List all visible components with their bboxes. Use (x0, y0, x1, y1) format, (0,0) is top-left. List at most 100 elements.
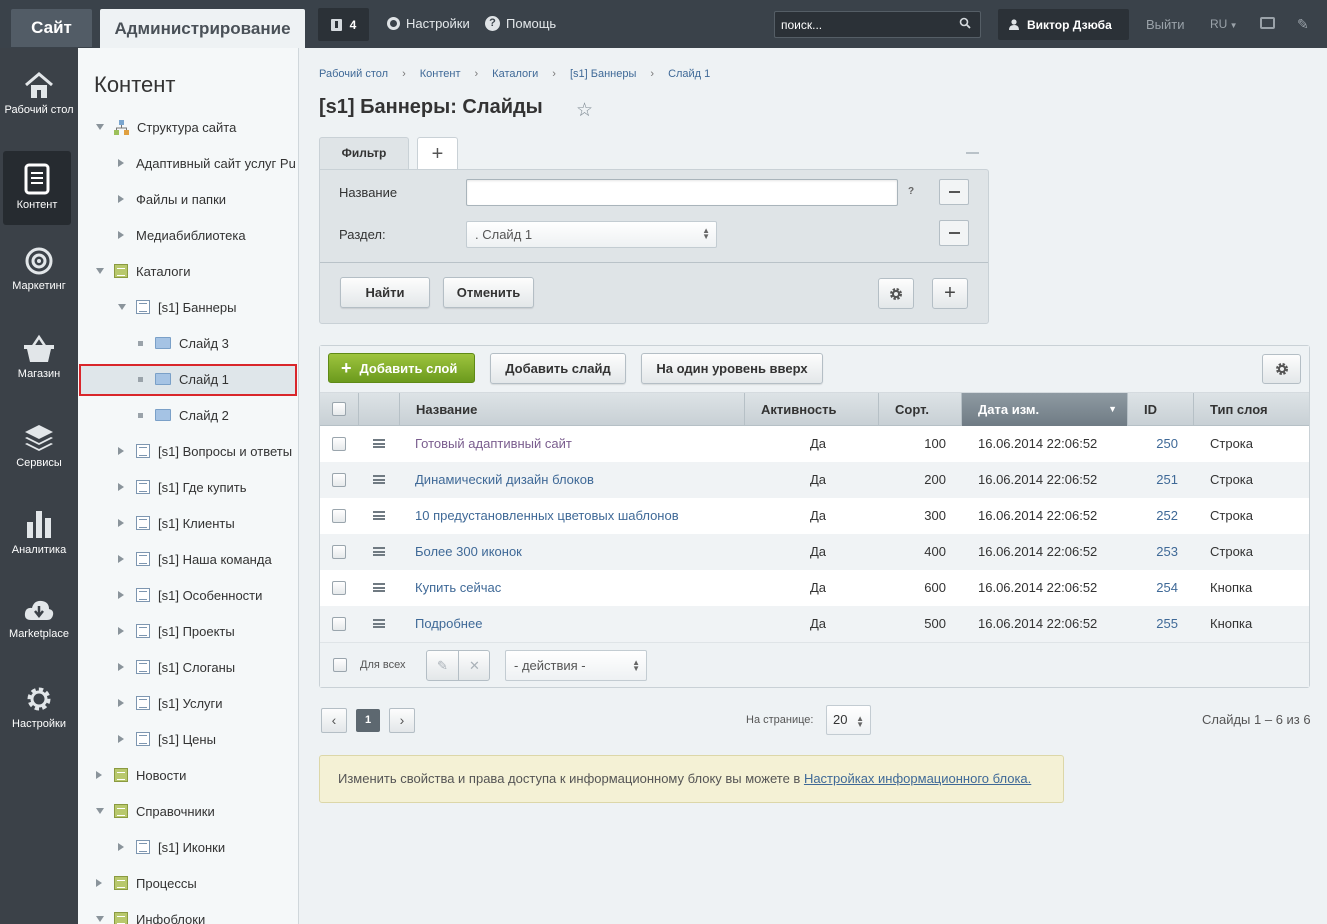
row-checkbox[interactable] (332, 581, 346, 595)
tree-node[interactable]: [s1] Услуги (118, 685, 223, 721)
breadcrumb-item[interactable]: Рабочий стол (319, 68, 388, 80)
tree-node[interactable]: Слайд 3 (138, 325, 229, 361)
language-select[interactable]: RU ▼ (1210, 17, 1237, 31)
row-id-link[interactable]: 253 (1140, 534, 1178, 570)
expanded-arrow-icon[interactable] (96, 268, 104, 274)
collapsed-arrow-icon[interactable] (118, 231, 124, 239)
collapsed-arrow-icon[interactable] (118, 159, 124, 167)
collapsed-arrow-icon[interactable] (118, 627, 124, 635)
tree-node[interactable]: Слайд 1 (138, 361, 229, 397)
tree-node[interactable]: Новости (96, 757, 186, 793)
row-name-link[interactable]: Динамический дизайн блоков (415, 462, 594, 498)
add-slide-button[interactable]: Добавить слайд (490, 353, 626, 384)
breadcrumb-item[interactable]: Слайд 1 (668, 68, 710, 80)
site-tab[interactable]: Сайт (11, 9, 92, 47)
collapsed-arrow-icon[interactable] (118, 591, 124, 599)
search-icon[interactable] (959, 17, 971, 29)
filter-tab[interactable]: Фильтр (319, 137, 409, 170)
tree-node[interactable]: [s1] Слоганы (118, 649, 235, 685)
level-up-button[interactable]: На один уровень вверх (641, 353, 823, 384)
row-checkbox[interactable] (332, 545, 346, 559)
tree-node[interactable]: Каталоги (96, 253, 191, 289)
settings-link[interactable]: Настройки (387, 16, 470, 31)
iblock-settings-link[interactable]: Настройках информационного блока. (804, 771, 1031, 786)
row-id-link[interactable]: 250 (1140, 426, 1178, 462)
nav-item-services[interactable]: Сервисы (0, 423, 78, 469)
nav-item-desktop[interactable]: Рабочий стол (0, 72, 78, 116)
tree-node[interactable]: [s1] Наша команда (118, 541, 272, 577)
tree-node[interactable]: [s1] Где купить (118, 469, 247, 505)
row-name-link[interactable]: Готовый адаптивный сайт (415, 426, 572, 462)
row-menu-icon[interactable] (373, 583, 385, 592)
logout-link[interactable]: Выйти (1146, 17, 1185, 32)
expanded-arrow-icon[interactable] (118, 304, 126, 310)
nav-item-analytics[interactable]: Аналитика (0, 508, 78, 556)
breadcrumb-item[interactable]: Каталоги (492, 68, 538, 80)
collapsed-arrow-icon[interactable] (96, 771, 102, 779)
add-filter-tab-button[interactable]: + (417, 137, 458, 170)
row-name-link[interactable]: 10 предустановленных цветовых шаблонов (415, 498, 679, 534)
row-name-link[interactable]: Купить сейчас (415, 570, 501, 606)
favorite-star-icon[interactable]: ☆ (576, 99, 593, 122)
row-id-link[interactable]: 255 (1140, 606, 1178, 642)
per-page-select[interactable]: 20 ▲ ▼ (826, 705, 871, 735)
delete-icon[interactable]: ✕ (459, 651, 490, 680)
row-name-link[interactable]: Более 300 иконок (415, 534, 522, 570)
breadcrumb-item[interactable]: [s1] Баннеры (570, 68, 636, 80)
row-menu-icon[interactable] (373, 619, 385, 628)
expanded-arrow-icon[interactable] (96, 124, 104, 130)
select-all-checkbox[interactable] (332, 402, 346, 416)
collapsed-arrow-icon[interactable] (118, 555, 124, 563)
collapsed-arrow-icon[interactable] (118, 483, 124, 491)
row-checkbox[interactable] (332, 617, 346, 631)
grid-settings-button[interactable] (1262, 354, 1301, 384)
remove-field-button[interactable] (939, 220, 969, 246)
admin-tab[interactable]: Администрирование (100, 9, 305, 48)
pin-icon[interactable]: ✎ (1297, 16, 1309, 33)
column-active[interactable]: Активность (745, 393, 879, 426)
collapsed-arrow-icon[interactable] (118, 447, 124, 455)
expanded-arrow-icon[interactable] (96, 916, 104, 922)
nav-item-shop[interactable]: Магазин (0, 334, 78, 380)
row-menu-icon[interactable] (373, 511, 385, 520)
row-menu-icon[interactable] (373, 475, 385, 484)
row-menu-icon[interactable] (373, 439, 385, 448)
for-all-checkbox[interactable] (333, 658, 347, 672)
collapsed-arrow-icon[interactable] (118, 663, 124, 671)
row-id-link[interactable]: 252 (1140, 498, 1178, 534)
breadcrumb-item[interactable]: Контент (420, 68, 461, 80)
collapsed-arrow-icon[interactable] (118, 195, 124, 203)
column-type[interactable]: Тип слоя (1194, 393, 1309, 426)
collapsed-arrow-icon[interactable] (118, 699, 124, 707)
tree-node[interactable]: [s1] Баннеры (118, 289, 237, 325)
tree-node[interactable]: Инфоблоки (96, 901, 205, 924)
collapse-filter-icon[interactable] (966, 152, 979, 154)
search-input[interactable] (774, 11, 981, 38)
help-icon[interactable]: ? (908, 186, 914, 197)
keyboard-icon[interactable] (1260, 17, 1275, 29)
remove-field-button[interactable] (939, 179, 969, 205)
cancel-button[interactable]: Отменить (443, 277, 534, 308)
notifications-button[interactable]: 4 (318, 8, 369, 41)
row-menu-icon[interactable] (373, 547, 385, 556)
user-menu[interactable]: Виктор Дзюба (998, 9, 1129, 40)
prev-page-button[interactable]: ‹ (321, 708, 347, 733)
expanded-arrow-icon[interactable] (96, 808, 104, 814)
nav-item-marketplace[interactable]: Marketplace (0, 596, 78, 640)
column-date[interactable]: Дата изм. ▼ (962, 393, 1128, 426)
add-layer-button[interactable]: + Добавить слой (328, 353, 475, 383)
column-sort[interactable]: Сорт. (879, 393, 962, 426)
collapsed-arrow-icon[interactable] (118, 519, 124, 527)
next-page-button[interactable]: › (389, 708, 415, 733)
section-select[interactable]: . Слайд 1 ▲ ▼ (466, 221, 717, 248)
tree-node[interactable]: Файлы и папки (118, 181, 226, 217)
tree-node[interactable]: Структура сайта (96, 109, 236, 145)
tree-node[interactable]: Процессы (96, 865, 197, 901)
actions-select[interactable]: - действия - ▲ ▼ (505, 650, 647, 681)
collapsed-arrow-icon[interactable] (118, 843, 124, 851)
tree-node[interactable]: Справочники (96, 793, 215, 829)
add-filter-field-button[interactable]: + (932, 278, 968, 309)
row-checkbox[interactable] (332, 437, 346, 451)
find-button[interactable]: Найти (340, 277, 430, 308)
tree-node[interactable]: [s1] Цены (118, 721, 216, 757)
